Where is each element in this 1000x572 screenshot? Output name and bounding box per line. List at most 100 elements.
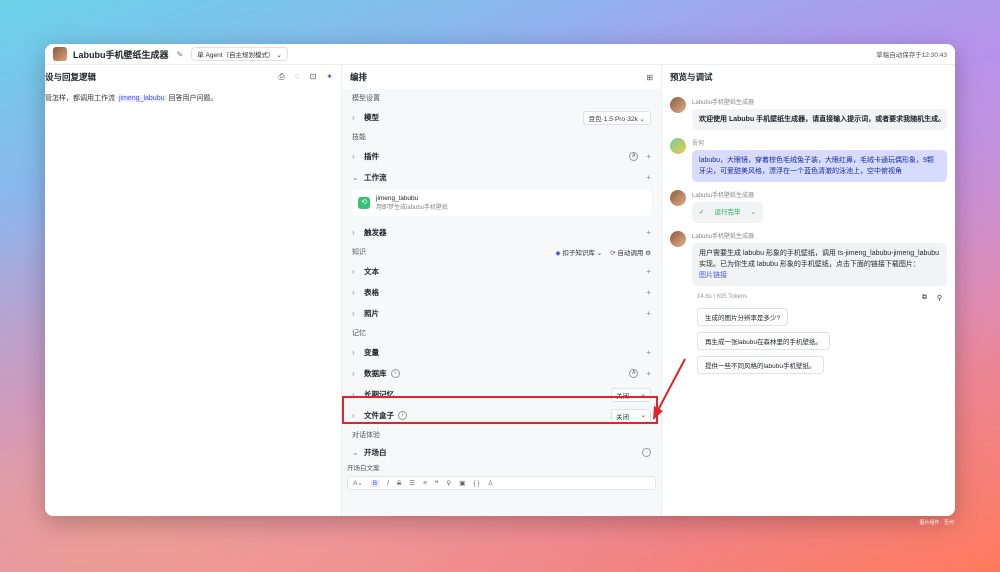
bot-avatar [670, 231, 686, 247]
model-value: 豆包·1.5·Pro·32k [588, 115, 638, 123]
workflow-desc: 用即梦生成labubu手机壁纸 [376, 205, 449, 211]
strikethrough-icon[interactable]: S [397, 480, 401, 487]
persona-text[interactable]: 管怎样，都调用工作流 jimeng_labubu 回答用户问题。 [45, 89, 341, 103]
bot-name: Labubu手机壁纸生成器 [692, 234, 755, 240]
text-label: 文本 [364, 267, 379, 276]
add-plugin-icon[interactable]: + [646, 152, 651, 161]
bullet-list-icon[interactable]: ☰ [409, 479, 415, 487]
image-icon[interactable]: ▣ [459, 479, 465, 487]
filebox-row[interactable]: › 文件盒子 i 关闭 ⌄ [342, 405, 661, 426]
layout-icon[interactable]: ⊞ [646, 73, 653, 82]
bot-name: Labubu手机壁纸生成器 [692, 100, 755, 106]
model-row[interactable]: › 模型 豆包·1.5·Pro·32k ⌄ [342, 107, 661, 128]
chevron-down-icon: ⌄ [750, 209, 756, 216]
chevron-right-icon: › [352, 348, 355, 357]
info-icon[interactable]: i [398, 411, 407, 420]
chevron-right-icon: › [352, 390, 355, 399]
kb-call: 自动调用 [617, 250, 644, 257]
user-avatar [670, 138, 686, 154]
suggestion-2[interactable]: 再生成一张labubu在森林里的手机壁纸。 [697, 332, 831, 350]
italic-icon[interactable]: I [387, 480, 389, 487]
table-row[interactable]: › 表格 + [342, 282, 661, 303]
longterm-label: 长期记忆 [364, 390, 394, 399]
bulb-icon[interactable]: ◌ [295, 72, 300, 82]
meta-time: 14.6s [697, 294, 712, 300]
model-section-title: 模型设置 [352, 95, 380, 102]
meta-tokens: 635 Tokens [716, 294, 748, 300]
run-status[interactable]: ✓ 运行完毕 ⌄ [692, 202, 763, 223]
variable-row[interactable]: › 变量 + [342, 342, 661, 363]
info-icon[interactable]: i [390, 369, 400, 378]
orchestration-title: 编排 [350, 72, 368, 82]
filebox-label: 文件盒子 [364, 411, 394, 420]
edit-icon[interactable]: ✎ [177, 50, 184, 59]
bold-icon[interactable]: B [370, 479, 380, 487]
settings-icon[interactable]: · [642, 447, 651, 457]
quote-icon[interactable]: ❝ [435, 479, 439, 487]
reply-bubble: 用户需要生成 labubu 形象的手机壁纸，调用 ts-jimeng_labub… [692, 243, 947, 286]
user-message: 吾何 labubu，大眼镜，穿着棕色毛绒兔子装，大眼红鼻，毛绒卡通玩偶形象，9颗… [662, 138, 955, 182]
database-row[interactable]: › 数据库 i A + [342, 363, 661, 384]
app-avatar-icon [53, 47, 67, 61]
add-table-icon[interactable]: + [646, 288, 651, 297]
workflow-label: 工作流 [364, 173, 387, 182]
auto-icon[interactable]: A [629, 369, 639, 378]
code-icon[interactable]: { } [473, 480, 479, 487]
chevron-right-icon: › [352, 228, 355, 237]
longterm-value: 关闭 [616, 392, 629, 400]
bot-run-message: Labubu手机壁纸生成器 ✓ 运行完毕 ⌄ [662, 190, 955, 223]
trigger-row[interactable]: › 触发器 + [342, 222, 661, 243]
chevron-right-icon: › [352, 113, 355, 122]
model-select[interactable]: 豆包·1.5·Pro·32k ⌄ [582, 110, 651, 125]
reply-text: 用户需要生成 labubu 形象的手机壁纸，调用 ts-jimeng_labub… [699, 250, 940, 268]
chevron-right-icon: › [352, 369, 355, 378]
photo-row[interactable]: › 照片 + [342, 303, 661, 324]
add-workflow-icon[interactable]: + [646, 173, 651, 182]
suggestion-3[interactable]: 提供一些不同风格的labubu手机壁纸。 [697, 356, 824, 374]
mode-selector[interactable]: 单 Agent（自主规划模式） ⌄ [191, 47, 288, 61]
link-icon[interactable]: ⚲ [446, 479, 451, 487]
user-var-icon[interactable]: ♙ [488, 479, 494, 487]
text-row[interactable]: › 文本 + [342, 261, 661, 282]
kb-source-select[interactable]: ◆ 扣子知识库 ⌄ [556, 247, 603, 257]
opening-row[interactable]: ⌄ 开场白 · [342, 444, 661, 460]
editor-toolbar: A⌄ B I S ☰ ≡ ❝ ⚲ ▣ { } ♙ [347, 476, 656, 490]
skills-section-title: 技能 [352, 134, 366, 141]
longterm-memory-row[interactable]: › 长期记忆 关闭 ⌄ [342, 384, 661, 405]
template-icon[interactable]: ⎙ [278, 72, 284, 82]
auto-icon[interactable]: A [629, 152, 639, 161]
variable-label: 变量 [364, 348, 379, 357]
add-trigger-icon[interactable]: + [646, 228, 651, 237]
app-window: Labubu手机壁纸生成器 ✎ 单 Agent（自主规划模式） ⌄ 草稿自动保存… [45, 44, 955, 516]
dialog-section-title: 对话体验 [352, 432, 380, 439]
expand-icon[interactable]: ⊡ [310, 72, 317, 82]
bot-avatar [670, 190, 686, 206]
autosave-status: 草稿自动保存于12:30:43 [876, 52, 947, 59]
chevron-right-icon: › [352, 152, 355, 161]
reply-meta: 14.6s | 635 Tokens ⧉ ⚲ [662, 286, 955, 302]
bot-message: Labubu手机壁纸生成器 欢迎使用 Labubu 手机壁纸生成器，请直接输入提… [662, 97, 955, 130]
chevron-right-icon: › [352, 411, 355, 420]
run-status-text: 运行完毕 [714, 209, 741, 216]
workflow-tag: jimeng_labubu [116, 95, 167, 102]
numbered-list-icon[interactable]: ≡ [423, 480, 427, 487]
copy-icon[interactable]: ⧉ [922, 294, 927, 302]
watermark: 图片组件 · 吾何 [919, 520, 954, 526]
image-link[interactable]: 图片链接 [699, 272, 727, 279]
memory-section-title: 记忆 [352, 330, 366, 337]
workflow-row[interactable]: ⌄ 工作流 + [342, 167, 661, 188]
persona-prefix: 管怎样，都调用工作流 [45, 95, 117, 102]
suggestion-1[interactable]: 生成的图片分辨率是多少? [697, 308, 789, 326]
add-photo-icon[interactable]: + [646, 309, 651, 318]
welcome-text: 欢迎使用 Labubu 手机壁纸生成器，请直接输入提示词，或者要求我随机生成。 [692, 109, 947, 130]
kb-call-select[interactable]: ⟳ 自动调用 ⚙ [610, 247, 651, 257]
bot-avatar [670, 97, 686, 113]
persona-suffix: 回答用户问题。 [166, 95, 218, 102]
plugin-row[interactable]: › 插件 A + [342, 146, 661, 167]
font-size-icon[interactable]: A⌄ [353, 479, 363, 487]
debug-icon[interactable]: ⚲ [937, 294, 942, 302]
optimize-icon[interactable]: ✦ [326, 72, 333, 82]
workflow-card[interactable]: ⟲ jimeng_labubu 用即梦生成labubu手机壁纸 [352, 190, 651, 216]
add-text-icon[interactable]: + [646, 267, 651, 276]
opening-text-label: 开场白文案 [347, 465, 380, 472]
